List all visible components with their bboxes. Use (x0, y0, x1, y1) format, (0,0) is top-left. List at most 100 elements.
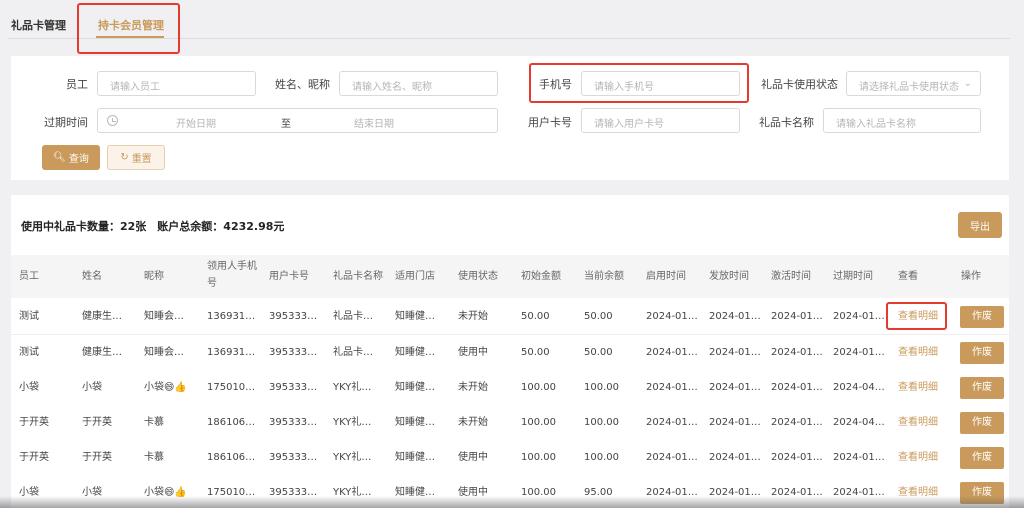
cell-balance: 50.00 (584, 311, 613, 322)
search-icon: 🔍︎ (53, 152, 66, 163)
col-current-balance: 当前余额 (584, 271, 624, 282)
chevron-down-icon: ⌄ (963, 78, 972, 89)
cell-card-name: YKY礼… (333, 382, 372, 393)
col-user-card: 用户卡号 (269, 271, 309, 282)
void-button[interactable]: 作废 (960, 342, 1004, 364)
reset-button-label: 重置 (131, 154, 152, 165)
table-header: 员工 姓名 昵称 领用人手机号 用户卡号 礼品卡名称 适用门店 使用状态 初始金… (11, 255, 1009, 298)
tab-gift-card-management[interactable]: 礼品卡管理 (11, 17, 66, 33)
col-card-name: 礼品卡名称 (333, 271, 383, 282)
name-input[interactable]: 请输入姓名、昵称 (339, 71, 498, 96)
cell-employee: 小袋 (19, 382, 39, 393)
start-date[interactable]: 开始日期 (176, 115, 216, 130)
table-row: 测试 健康生… 知睡会… 136931… 395333… 礼品卡… 知睡健… 使用中 50.00… (11, 335, 1009, 371)
cell-issue: 2024-01… (709, 382, 761, 393)
cell-init: 50.00 (521, 347, 550, 358)
cell-name: 小袋 (82, 382, 102, 393)
view-detail-link[interactable]: 查看明细 (898, 370, 938, 406)
user-card-input[interactable]: 请输入用户卡号 (581, 108, 740, 133)
reset-button[interactable]: ↻ 重置 (107, 145, 165, 170)
col-status: 使用状态 (458, 271, 498, 282)
cell-issue: 2024-01… (709, 347, 761, 358)
cell-card-name: YKY礼… (333, 417, 372, 428)
cell-expire: 2024-01… (833, 347, 885, 358)
cell-expire: 2024-01… (833, 452, 885, 463)
void-button[interactable]: 作废 (960, 447, 1004, 469)
cell-init: 100.00 (521, 452, 556, 463)
cell-activate: 2024-01… (771, 417, 823, 428)
cell-nick: 知睡会… (144, 311, 184, 322)
view-detail-link[interactable]: 查看明细 (898, 405, 938, 441)
cell-enable: 2024-01… (646, 311, 698, 322)
employee-label: 员工 (66, 78, 88, 91)
cell-issue: 2024-01… (709, 452, 761, 463)
card-name-input[interactable]: 请输入礼品卡名称 (823, 108, 981, 133)
col-name: 姓名 (82, 271, 102, 282)
col-action: 操作 (961, 271, 981, 282)
cell-employee: 测试 (19, 311, 39, 322)
cell-activate: 2024-01… (771, 382, 823, 393)
refresh-icon: ↻ (120, 152, 129, 163)
employee-input[interactable]: 请输入员工 (97, 71, 256, 96)
user-card-label: 用户卡号 (528, 116, 572, 129)
query-button[interactable]: 🔍︎ 查询 (42, 145, 100, 170)
cell-card-name: YKY礼… (333, 452, 372, 463)
cell-phone: 186106… (207, 417, 256, 428)
col-nickname: 昵称 (144, 271, 164, 282)
col-employee: 员工 (19, 271, 39, 282)
bottom-fade (0, 496, 1024, 508)
col-expire-time: 过期时间 (833, 271, 873, 282)
highlight-box-detail (886, 302, 947, 330)
export-button[interactable]: 导出 (958, 212, 1002, 238)
status-select[interactable]: 请选择礼品卡使用状态 ⌄ (846, 71, 981, 96)
table-row: 测试 健康生… 知睡会… 136931… 395333… 礼品卡… 知睡健… 未开始 50.00… (11, 299, 1009, 335)
cell-phone: 136931… (207, 311, 256, 322)
highlight-box-tab (77, 3, 180, 54)
cell-init: 50.00 (521, 311, 550, 322)
cell-expire: 2024-01… (833, 311, 885, 322)
expire-date-range[interactable]: 开始日期 至 结束日期 (97, 108, 498, 133)
cell-balance: 50.00 (584, 347, 613, 358)
view-detail-link[interactable]: 查看明细 (898, 335, 938, 371)
col-initial-amount: 初始金额 (521, 271, 561, 282)
cell-nick: 卡慕 (144, 452, 164, 463)
expire-label: 过期时间 (44, 116, 88, 129)
range-separator: 至 (281, 119, 291, 130)
cell-phone: 186106… (207, 452, 256, 463)
cell-nick: 知睡会… (144, 347, 184, 358)
end-date[interactable]: 结束日期 (354, 115, 394, 130)
cell-expire: 2024-04… (833, 417, 885, 428)
cell-status: 未开始 (458, 417, 488, 428)
cell-enable: 2024-01… (646, 452, 698, 463)
cell-status: 未开始 (458, 382, 488, 393)
col-view: 查看 (898, 271, 918, 282)
cell-card: 395333… (269, 311, 318, 322)
void-button[interactable]: 作废 (960, 412, 1004, 434)
cell-nick: 卡慕 (144, 417, 164, 428)
cell-card-name: 礼品卡… (333, 347, 373, 358)
cell-nick: 小袋😄👍 (144, 382, 187, 393)
cell-enable: 2024-01… (646, 382, 698, 393)
cell-phone: 136931… (207, 347, 256, 358)
cell-card: 395333… (269, 452, 318, 463)
cell-status: 使用中 (458, 452, 488, 463)
cell-issue: 2024-01… (709, 417, 761, 428)
col-activate-time: 激活时间 (771, 271, 811, 282)
cell-activate: 2024-01… (771, 347, 823, 358)
cell-phone: 175010… (207, 382, 256, 393)
cell-name: 健康生… (82, 311, 122, 322)
view-detail-link[interactable]: 查看明细 (898, 440, 938, 476)
cell-name: 于开英 (82, 452, 112, 463)
cell-enable: 2024-01… (646, 347, 698, 358)
col-store: 适用门店 (395, 271, 435, 282)
cell-employee: 于开英 (19, 452, 49, 463)
table-row: 小袋 小袋 小袋😄👍 175010… 395333… YKY礼… 知睡健… 未开始 100.00… (11, 370, 1009, 406)
void-button[interactable]: 作废 (960, 377, 1004, 399)
cell-balance: 100.00 (584, 452, 619, 463)
card-name-label: 礼品卡名称 (759, 116, 814, 129)
void-button[interactable]: 作废 (960, 306, 1004, 328)
cell-employee: 于开英 (19, 417, 49, 428)
cell-activate: 2024-01… (771, 452, 823, 463)
cell-init: 100.00 (521, 382, 556, 393)
cell-name: 于开英 (82, 417, 112, 428)
